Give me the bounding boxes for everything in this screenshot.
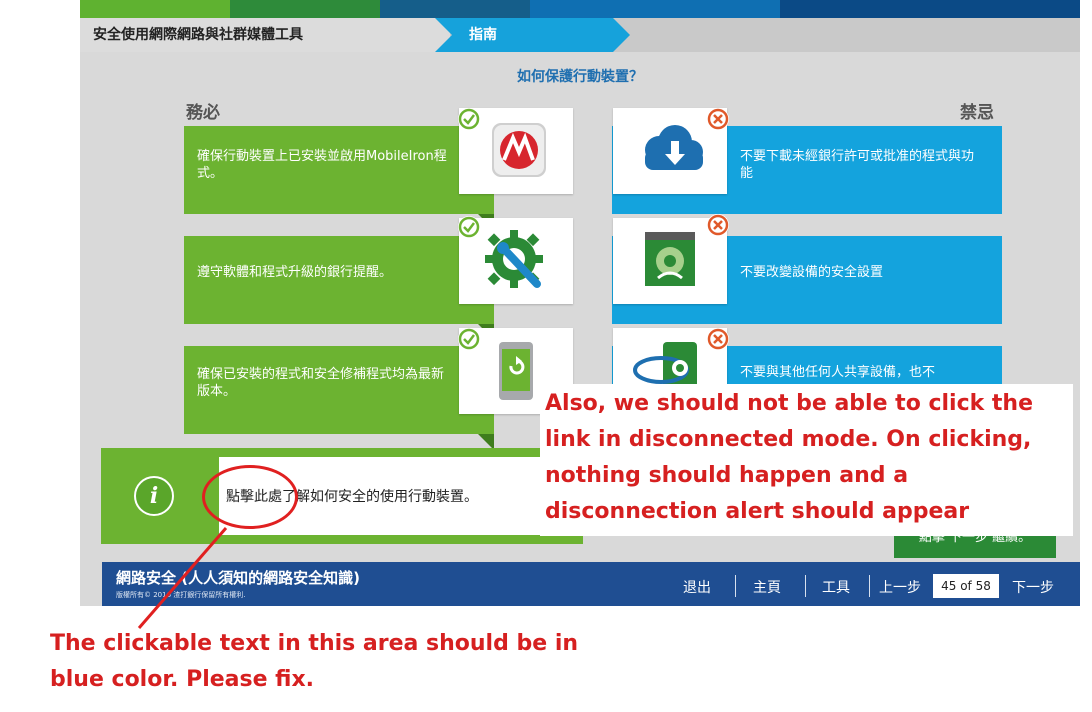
link-color-note: The clickable text in this area should b… — [50, 631, 579, 692]
annotation-pointer-line — [137, 527, 228, 629]
